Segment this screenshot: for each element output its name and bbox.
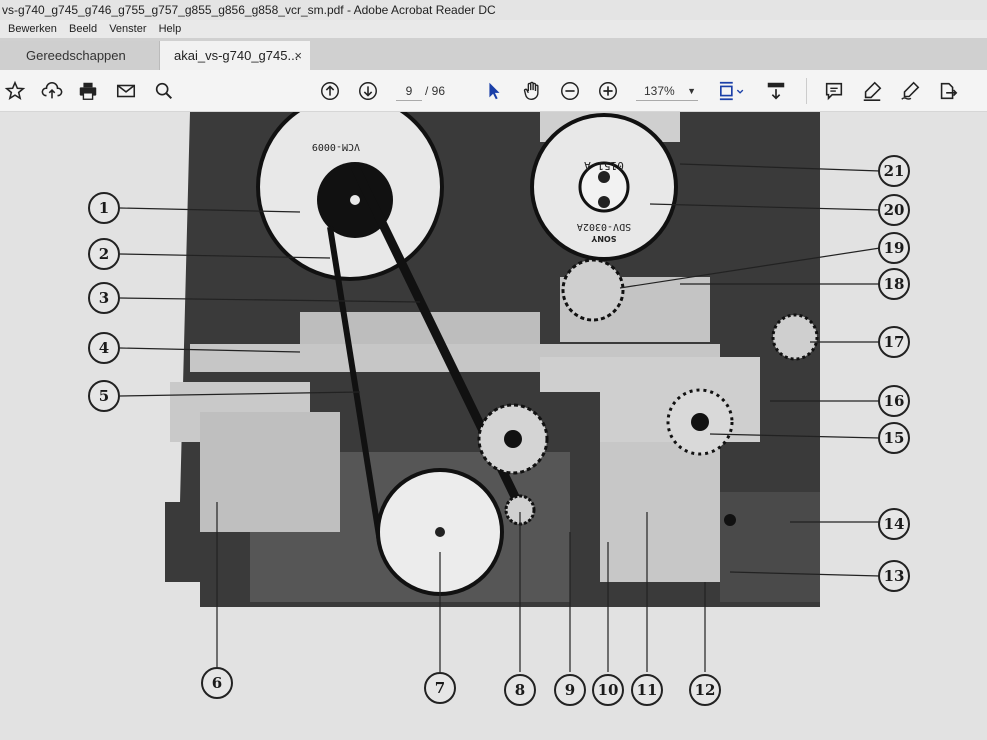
callout-1: 1: [88, 192, 120, 224]
tab-tools[interactable]: Gereedschappen: [0, 41, 160, 70]
callout-13: 13: [878, 560, 910, 592]
print-icon[interactable]: [76, 79, 100, 103]
page-total: / 96: [425, 84, 446, 98]
sign-icon[interactable]: [898, 79, 922, 103]
share-icon[interactable]: [936, 79, 960, 103]
mail-icon[interactable]: [114, 79, 138, 103]
comment-icon[interactable]: [822, 79, 846, 103]
menu-venster[interactable]: Venster: [109, 23, 146, 35]
document-viewport[interactable]: VCM-0009 0151-A SDV-0302A SONY 1 2 3 4 5…: [0, 112, 987, 740]
toolbar-divider: [806, 78, 807, 104]
zoom-select[interactable]: 137% ▼: [636, 81, 698, 101]
tab-document-label: akai_vs-g740_g745...: [174, 48, 299, 63]
select-arrow-icon[interactable]: [482, 79, 506, 103]
zoom-value: 137%: [644, 84, 675, 98]
find-icon[interactable]: [152, 79, 176, 103]
supply-reel-label: VCM-0009: [312, 141, 360, 152]
callout-4: 4: [88, 332, 120, 364]
chevron-down-icon: ▼: [687, 86, 696, 96]
close-tab-icon[interactable]: ×: [294, 41, 302, 70]
callout-14: 14: [878, 508, 910, 540]
prev-page-icon[interactable]: [318, 79, 342, 103]
callout-17: 17: [878, 326, 910, 358]
menu-bewerken[interactable]: Bewerken: [8, 23, 57, 35]
highlight-pen-icon[interactable]: [860, 79, 884, 103]
callout-15: 15: [878, 422, 910, 454]
page-number-input[interactable]: 9: [396, 81, 422, 101]
callout-21: 21: [878, 155, 910, 187]
tab-bar: Gereedschappen akai_vs-g740_g745... ×: [0, 38, 987, 70]
take-up-reel-label-a: 0151-A: [584, 159, 624, 172]
next-page-icon[interactable]: [356, 79, 380, 103]
callout-16: 16: [878, 385, 910, 417]
take-up-reel-label-b: SDV-0302A: [577, 221, 631, 232]
gear-17: [771, 313, 819, 361]
zoom-in-icon[interactable]: [596, 79, 620, 103]
callout-10: 10: [592, 674, 624, 706]
zoom-out-icon[interactable]: [558, 79, 582, 103]
callout-8: 8: [504, 674, 536, 706]
upload-icon[interactable]: [40, 79, 64, 103]
callout-6: 6: [201, 667, 233, 699]
menu-help[interactable]: Help: [159, 23, 182, 35]
hand-icon[interactable]: [520, 79, 544, 103]
callout-11: 11: [631, 674, 663, 706]
callout-19: 19: [878, 232, 910, 264]
window-title: vs-g740_g745_g746_g755_g757_g855_g856_g8…: [0, 0, 987, 20]
callout-7: 7: [424, 672, 456, 704]
callout-12: 12: [689, 674, 721, 706]
vcr-mechanism-diagram: VCM-0009 0151-A SDV-0302A SONY: [119, 112, 881, 672]
tab-document[interactable]: akai_vs-g740_g745... ×: [160, 41, 310, 70]
fit-page-icon[interactable]: [714, 79, 746, 103]
callout-20: 20: [878, 194, 910, 226]
callout-2: 2: [88, 238, 120, 270]
toolbar: 9 / 96 137% ▼: [0, 70, 987, 112]
callout-9: 9: [554, 674, 586, 706]
scroll-mode-icon[interactable]: [764, 79, 788, 103]
gear-19: [561, 258, 625, 322]
callout-3: 3: [88, 282, 120, 314]
star-icon[interactable]: [3, 79, 27, 103]
brand-text: SONY: [591, 234, 616, 243]
callout-5: 5: [88, 380, 120, 412]
menu-bar: Bewerken Beeld Venster Help: [0, 20, 987, 38]
callout-18: 18: [878, 268, 910, 300]
menu-beeld[interactable]: Beeld: [69, 23, 97, 35]
